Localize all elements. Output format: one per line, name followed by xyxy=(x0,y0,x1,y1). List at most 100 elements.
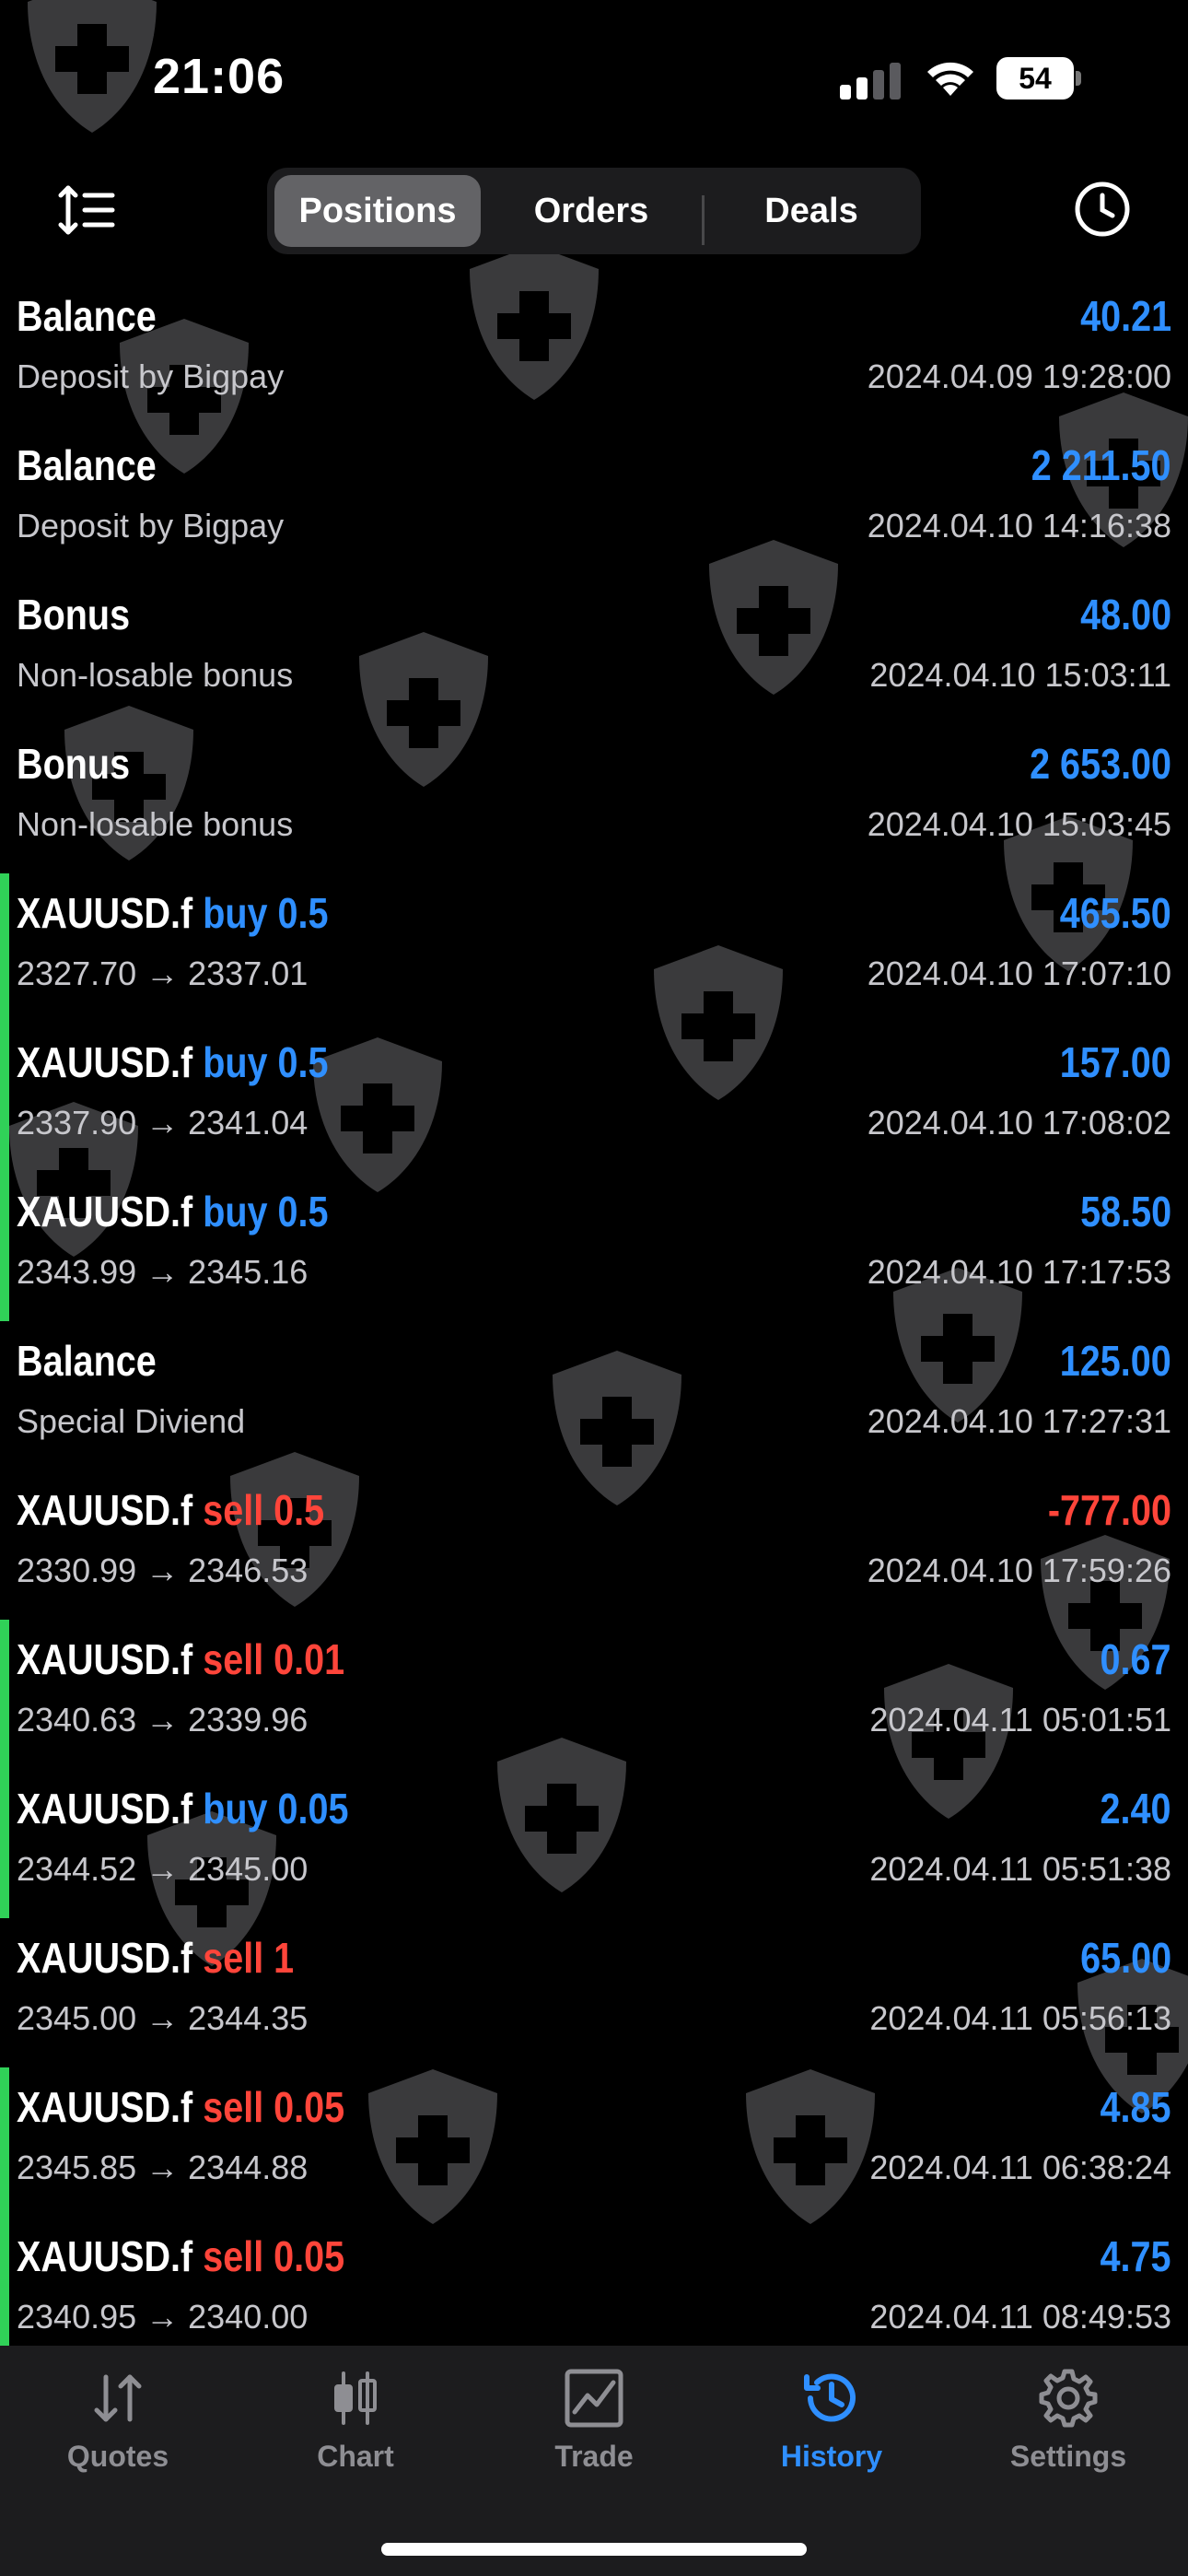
row-trade-type: buy 0.05 xyxy=(203,1785,349,1832)
row-symbol: Balance xyxy=(17,292,157,340)
open-position-indicator xyxy=(0,1769,9,1918)
row-title: XAUUSD.f sell 0.05 xyxy=(17,2082,344,2132)
trade-chart-icon xyxy=(565,2369,623,2428)
open-position-indicator xyxy=(0,1620,9,1769)
row-amount: 2.40 xyxy=(1101,1785,1171,1832)
history-row[interactable]: XAUUSD.f sell 0.05 2340.95 → 2340.00 4.75 2… xyxy=(0,2217,1188,2366)
row-date: 2024.04.11 08:49:53 xyxy=(869,2298,1171,2336)
row-title: XAUUSD.f sell 1 xyxy=(17,1933,294,1983)
row-date: 2024.04.10 17:08:02 xyxy=(867,1104,1171,1142)
row-amount: 0.67 xyxy=(1101,1635,1171,1683)
row-title: Balance xyxy=(17,291,157,341)
row-amount: 65.00 xyxy=(1079,1934,1171,1982)
row-trade-type: sell 0.5 xyxy=(203,1486,325,1534)
history-row[interactable]: XAUUSD.f sell 0.5 2330.99 → 2346.53 -777.0… xyxy=(0,1470,1188,1620)
tab-label: Settings xyxy=(1009,2440,1127,2473)
history-row[interactable]: XAUUSD.f buy 0.05 2344.52 → 2345.00 2.40 20… xyxy=(0,1769,1188,1918)
home-indicator xyxy=(381,2543,807,2556)
row-subtitle: Non-losable bonus xyxy=(17,805,294,843)
row-title: XAUUSD.f buy 0.5 xyxy=(17,888,329,938)
row-title: Bonus xyxy=(17,590,130,639)
history-row[interactable]: XAUUSD.f buy 0.5 2327.70 → 2337.01 465.50 2… xyxy=(0,873,1188,1023)
history-list: Balance Deposit by Bigpay 40.21 2024.04.09 … xyxy=(0,276,1188,2366)
row-title: XAUUSD.f buy 0.5 xyxy=(17,1037,329,1087)
row-title: XAUUSD.f sell 0.01 xyxy=(17,1634,344,1684)
tab-bar: Quotes Chart Trade History Settings xyxy=(0,2346,1188,2576)
row-symbol: XAUUSD.f xyxy=(17,1785,193,1832)
open-position-indicator xyxy=(0,1023,9,1172)
row-title: Balance xyxy=(17,440,157,490)
row-title: XAUUSD.f buy 0.05 xyxy=(17,1784,349,1833)
row-amount: -777.00 xyxy=(1047,1486,1171,1534)
history-row[interactable]: XAUUSD.f sell 0.05 2345.85 → 2344.88 4.85 2… xyxy=(0,2067,1188,2217)
row-date: 2024.04.10 17:27:31 xyxy=(867,1402,1171,1440)
row-subtitle: 2344.52 → 2345.00 xyxy=(17,1850,309,1888)
battery-level: 54 xyxy=(996,57,1074,100)
history-clock-icon xyxy=(804,2373,856,2422)
row-subtitle: 2345.00 → 2344.35 xyxy=(17,1999,309,2037)
open-position-indicator xyxy=(0,2217,9,2366)
row-date: 2024.04.10 15:03:11 xyxy=(869,656,1171,694)
row-title: Balance xyxy=(17,1336,157,1386)
row-trade-type: buy 0.5 xyxy=(203,889,329,937)
row-amount: 48.00 xyxy=(1079,591,1171,638)
row-trade-type: sell 0.05 xyxy=(203,2083,345,2131)
history-row[interactable]: XAUUSD.f buy 0.5 2337.90 → 2341.04 157.00 2… xyxy=(0,1023,1188,1172)
row-subtitle: 2337.90 → 2341.04 xyxy=(17,1104,309,1142)
tab-deals[interactable]: Deals xyxy=(709,175,914,247)
row-subtitle: 2340.63 → 2339.96 xyxy=(17,1701,309,1739)
tab-orders[interactable]: Orders xyxy=(488,175,694,247)
row-title: Bonus xyxy=(17,739,130,789)
row-date: 2024.04.11 06:38:24 xyxy=(869,2149,1171,2186)
row-trade-type: buy 0.5 xyxy=(203,1038,329,1086)
row-symbol: Bonus xyxy=(17,740,131,788)
row-symbol: XAUUSD.f xyxy=(17,1934,193,1982)
history-row[interactable]: Bonus Non-losable bonus 2 653.00 2024.04.10… xyxy=(0,724,1188,873)
history-row[interactable]: XAUUSD.f sell 0.01 2340.63 → 2339.96 0.67 2… xyxy=(0,1620,1188,1769)
tab-trade[interactable]: Trade xyxy=(502,2368,686,2497)
quotes-arrows-icon xyxy=(94,2374,142,2422)
row-subtitle: 2327.70 → 2337.01 xyxy=(17,954,309,992)
row-subtitle: 2340.95 → 2340.00 xyxy=(17,2298,309,2336)
status-bar: 21:06 54 xyxy=(0,0,1188,157)
row-amount: 2 211.50 xyxy=(1031,441,1171,489)
battery-icon: 54 xyxy=(996,57,1081,100)
row-title: XAUUSD.f sell 0.05 xyxy=(17,2231,344,2281)
clock-icon[interactable] xyxy=(1070,177,1135,241)
tab-quotes[interactable]: Quotes xyxy=(26,2368,210,2497)
row-date: 2024.04.11 05:56:13 xyxy=(869,1999,1171,2037)
row-title: XAUUSD.f buy 0.5 xyxy=(17,1187,329,1236)
row-trade-type: sell 0.01 xyxy=(203,1635,345,1683)
row-subtitle: Deposit by Bigpay xyxy=(17,507,285,544)
tab-chart[interactable]: Chart xyxy=(263,2368,448,2497)
row-date: 2024.04.09 19:28:00 xyxy=(867,357,1171,395)
row-amount: 4.75 xyxy=(1101,2232,1171,2280)
top-bar: Positions Orders Deals xyxy=(0,157,1188,267)
tab-history[interactable]: History xyxy=(740,2368,924,2497)
row-trade-type: sell 0.05 xyxy=(203,2232,345,2280)
tab-positions[interactable]: Positions xyxy=(274,175,481,247)
history-row[interactable]: Balance Deposit by Bigpay 40.21 2024.04.09 … xyxy=(0,276,1188,426)
tab-label: History xyxy=(780,2440,883,2473)
row-amount: 465.50 xyxy=(1059,889,1171,937)
row-symbol: XAUUSD.f xyxy=(17,1486,193,1534)
tab-label: Trade xyxy=(554,2440,634,2473)
tab-settings[interactable]: Settings xyxy=(976,2368,1160,2497)
row-symbol: XAUUSD.f xyxy=(17,889,193,937)
open-position-indicator xyxy=(0,2067,9,2217)
history-row[interactable]: Balance Deposit by Bigpay 2 211.50 2024.04.… xyxy=(0,426,1188,575)
row-symbol: Bonus xyxy=(17,591,131,638)
row-date: 2024.04.10 17:59:26 xyxy=(867,1551,1171,1589)
row-symbol: XAUUSD.f xyxy=(17,2232,193,2280)
row-amount: 4.85 xyxy=(1101,2083,1171,2131)
row-date: 2024.04.11 05:51:38 xyxy=(869,1850,1171,1888)
segmented-control: Positions Orders Deals xyxy=(267,168,921,254)
history-row[interactable]: Balance Special Diviend 125.00 2024.04.10 1… xyxy=(0,1321,1188,1470)
row-amount: 58.50 xyxy=(1079,1188,1171,1235)
row-symbol: XAUUSD.f xyxy=(17,1038,193,1086)
sort-icon[interactable] xyxy=(55,179,120,243)
history-row[interactable]: XAUUSD.f sell 1 2345.00 → 2344.35 65.00 202… xyxy=(0,1918,1188,2067)
history-row[interactable]: XAUUSD.f buy 0.5 2343.99 → 2345.16 58.50 20… xyxy=(0,1172,1188,1321)
history-row[interactable]: Bonus Non-losable bonus 48.00 2024.04.10 15… xyxy=(0,575,1188,724)
row-symbol: Balance xyxy=(17,441,157,489)
